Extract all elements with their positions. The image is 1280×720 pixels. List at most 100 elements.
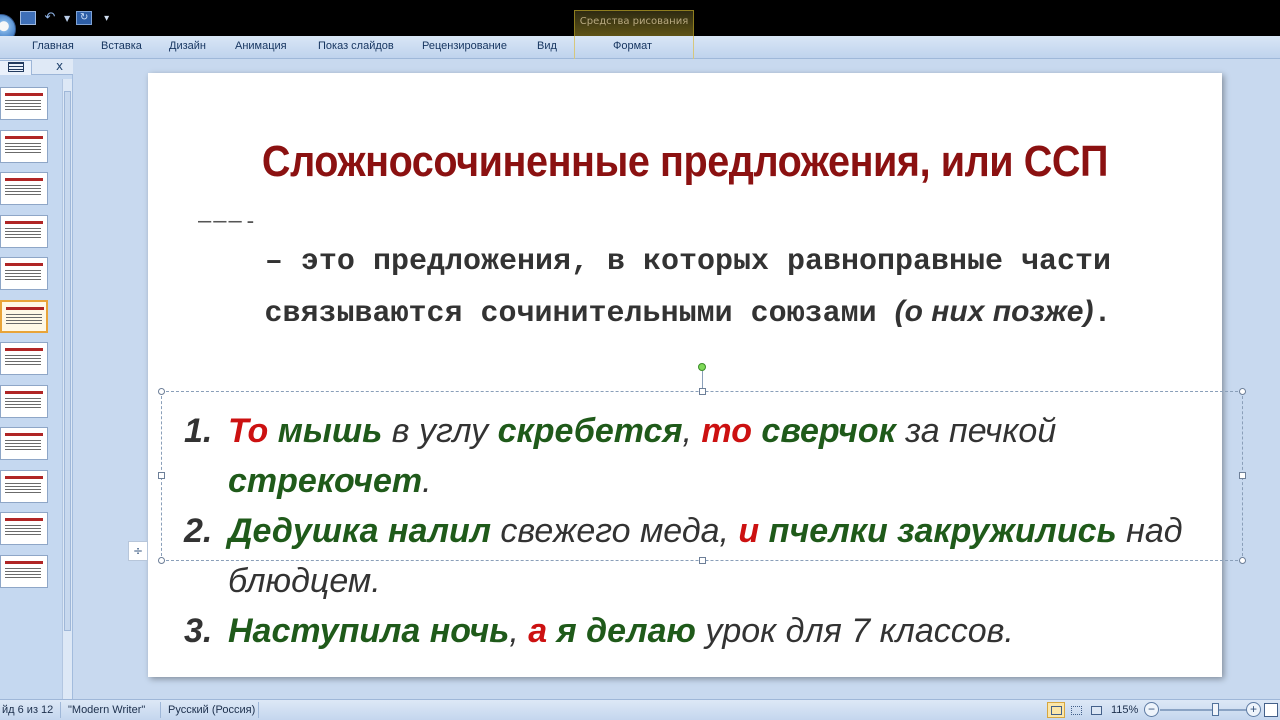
status-separator [258, 702, 259, 718]
slideshow-icon [1091, 706, 1102, 715]
tab-slideshow[interactable]: Показ слайдов [318, 40, 394, 52]
definition-period: . [1093, 297, 1112, 331]
thumbnail-text-lines [5, 440, 41, 452]
ribbon-tab-row: Главная Вставка Дизайн Анимация Показ сл… [0, 36, 1280, 59]
redo-icon[interactable]: ↻ [76, 11, 93, 25]
undo-dropdown-icon[interactable]: ▼ [64, 14, 70, 23]
thumbnail-text-lines [5, 227, 41, 240]
slide-counter: йд 6 из 12 [2, 704, 54, 716]
resize-handle-bottom-right[interactable] [1239, 557, 1246, 564]
thumbnail-title-line [5, 93, 43, 96]
customize-toolbar-icon[interactable]: ▾ [104, 13, 109, 24]
placeholder-dashes: –––- [198, 209, 259, 234]
slide-thumbnail[interactable] [0, 257, 48, 290]
zoom-slider-thumb[interactable] [1212, 703, 1219, 716]
thumbnail-title-line [5, 475, 43, 479]
tab-view[interactable]: Вид [537, 40, 557, 52]
slide-thumbnail[interactable] [0, 384, 48, 418]
close-icon[interactable]: x [56, 59, 63, 73]
zoom-slider[interactable] [1160, 709, 1260, 711]
rotate-handle[interactable] [698, 363, 706, 371]
slide-thumbnail[interactable] [0, 299, 48, 333]
thumbnail-title-line [5, 263, 43, 266]
thumbnail-text-lines [5, 482, 41, 495]
slide-thumbnail[interactable] [0, 342, 48, 375]
thumbnail-text-lines [5, 525, 41, 537]
panel-tabs: x [0, 59, 73, 75]
language-indicator[interactable]: Русский (Россия) [168, 704, 255, 716]
undo-icon[interactable]: ↶ [42, 11, 58, 25]
tab-animation[interactable]: Анимация [235, 40, 287, 52]
slideshow-button[interactable] [1087, 702, 1105, 718]
panel-scrollbar[interactable] [62, 79, 72, 699]
grammatical-basis: Наступила ночь [228, 612, 510, 650]
thumbnail-title-line [5, 220, 43, 224]
tab-format[interactable]: Формат [613, 40, 652, 52]
thumbnail-text-lines [5, 355, 41, 367]
conjunction: а [528, 612, 548, 650]
grammatical-basis: я делаю [556, 612, 696, 650]
save-icon[interactable] [20, 11, 36, 25]
normal-view-button[interactable] [1047, 702, 1065, 718]
quick-access-toolbar: ↶ ▼ ↻ ▾ [20, 8, 109, 28]
thumbnail-title-line [5, 560, 43, 564]
outline-tab-icon[interactable] [8, 62, 24, 72]
tab-design[interactable]: Дизайн [169, 40, 206, 52]
scrollbar-thumb[interactable] [64, 91, 71, 631]
thumbnail-title-line [5, 135, 43, 139]
slide-thumbnail[interactable] [0, 172, 48, 205]
resize-handle-top-right[interactable] [1239, 388, 1246, 395]
slide-thumbnail[interactable] [0, 87, 48, 120]
resize-handle-top-left[interactable] [158, 388, 165, 395]
thumbnail-text-lines [5, 142, 41, 155]
thumbnail-text-lines [5, 270, 41, 282]
slide-title[interactable]: Сложносочиненные предложения, или ССП [202, 137, 1169, 187]
zoom-out-button[interactable]: − [1144, 702, 1159, 717]
status-separator [60, 702, 61, 718]
theme-name[interactable]: "Modern Writer" [68, 704, 145, 716]
resize-handle-top[interactable] [699, 388, 706, 395]
contextual-tab-group-label: Средства рисования [574, 10, 694, 36]
thumbnail-text-lines [6, 313, 42, 326]
slide-canvas[interactable]: Сложносочиненные предложения, или ССП ––… [148, 73, 1246, 677]
thumbnail-title-line [5, 390, 43, 394]
fit-slide-icon[interactable] [1264, 703, 1278, 717]
thumbnail-title-line [5, 348, 43, 351]
slide-sorter-button[interactable] [1067, 702, 1085, 718]
resize-handle-bottom[interactable] [699, 557, 706, 564]
zoom-in-button[interactable]: + [1246, 702, 1261, 717]
slide-thumbnail[interactable] [0, 554, 48, 588]
tab-review[interactable]: Рецензирование [422, 40, 507, 52]
textbox-selection-frame[interactable] [158, 388, 1246, 564]
sentence-text: урок для 7 классов. [695, 612, 1014, 650]
slide-thumbnail[interactable] [0, 427, 48, 460]
thumbnail-text-lines [5, 397, 41, 410]
slide-thumbnail[interactable] [0, 512, 48, 545]
thumbnail-text-lines [5, 100, 41, 112]
tab-insert[interactable]: Вставка [101, 40, 142, 52]
tab-home[interactable]: Главная [32, 40, 74, 52]
sentence-text [547, 612, 556, 650]
slide-sorter-icon [1071, 706, 1082, 715]
autofit-options-icon[interactable]: ÷ [128, 541, 148, 561]
thumbnail-text-lines [5, 567, 41, 580]
resize-handle-bottom-left[interactable] [158, 557, 165, 564]
resize-handle-right[interactable] [1239, 472, 1246, 479]
slide-thumbnail[interactable] [0, 214, 48, 248]
definition-parenthetical: (о них позже) [894, 295, 1094, 328]
example-item: 3. Наступила ночь, а я делаю урок для 7 к… [184, 606, 1244, 656]
slide-thumbnail[interactable] [0, 469, 48, 503]
resize-handle-left[interactable] [158, 472, 165, 479]
thumbnail-title-line [5, 433, 43, 436]
slide-thumbnail[interactable] [0, 129, 48, 163]
thumbnail-title-line [5, 518, 43, 521]
status-bar: йд 6 из 12 "Modern Writer" Русский (Росс… [0, 699, 1280, 720]
status-separator [160, 702, 161, 718]
title-bar: ↶ ▼ ↻ ▾ Средства рисования [0, 0, 1280, 44]
thumbnail-text-lines [5, 185, 41, 197]
definition-text[interactable]: – это предложения, в которых равноправны… [208, 237, 1168, 339]
zoom-level[interactable]: 115% [1111, 704, 1138, 716]
example-number: 3. [184, 612, 213, 650]
thumbnail-title-line [5, 178, 43, 181]
thumbnail-title-line [6, 306, 44, 310]
